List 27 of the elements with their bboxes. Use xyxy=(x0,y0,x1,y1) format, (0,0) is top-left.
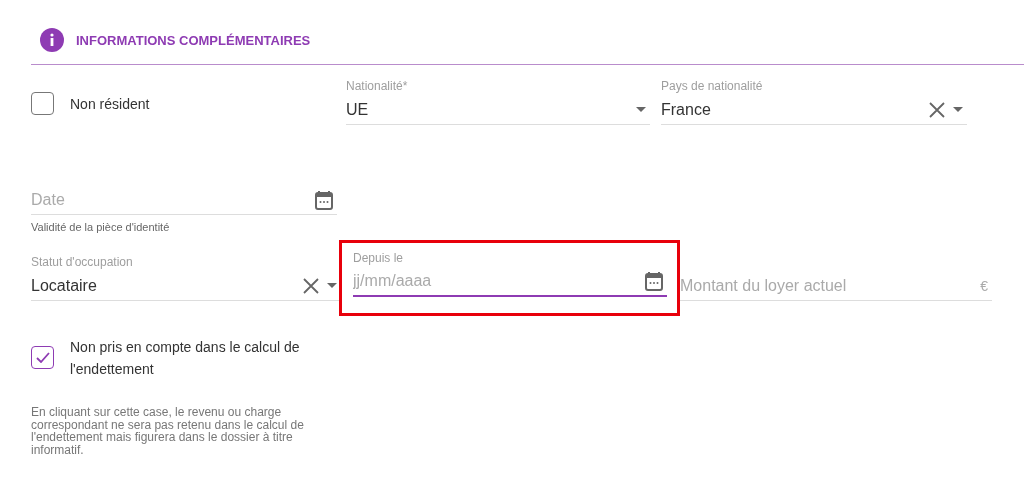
select-field[interactable]: France xyxy=(661,95,967,125)
date-input[interactable]: Date xyxy=(31,190,307,209)
note-text: En cliquant sur cette case, le revenu ou charge correspondant ne sera pas retenu dans le calcul de l'endettement mais figurera dans le dossier à titre informatif. xyxy=(31,406,305,456)
field-label: Depuis le xyxy=(353,251,405,267)
clear-icon[interactable] xyxy=(303,277,319,294)
select-field[interactable]: UE xyxy=(346,95,650,125)
calendar-icon[interactable] xyxy=(645,271,663,291)
field-label: Statut d'occupation xyxy=(31,255,134,271)
checkbox[interactable] xyxy=(31,92,54,115)
dropdown-caret-icon[interactable] xyxy=(636,107,646,112)
checkbox-label: Non pris en compte dans le calcul de l'endettement xyxy=(70,338,301,379)
section-title: INFORMATIONS COMPLÉMENTAIRES xyxy=(76,32,311,48)
helper-text: Validité de la pièce d'identité xyxy=(31,221,171,233)
field-label: Nationalité* xyxy=(346,79,409,95)
dropdown-caret-icon[interactable] xyxy=(953,107,963,112)
dropdown-caret-icon[interactable] xyxy=(327,283,337,288)
amount-input[interactable]: Montant du loyer actuel xyxy=(680,276,973,295)
checkbox[interactable] xyxy=(31,346,54,369)
field-label: Pays de nationalité xyxy=(661,79,764,95)
checkbox-label: Non résident xyxy=(70,94,151,114)
clear-icon[interactable] xyxy=(929,101,945,118)
date-input[interactable]: jj/mm/aaaa xyxy=(353,272,637,290)
select-field[interactable]: Locataire xyxy=(31,271,341,301)
currency-unit: € xyxy=(980,277,988,294)
check-icon xyxy=(35,352,50,363)
calendar-icon[interactable] xyxy=(315,189,333,210)
info-icon xyxy=(40,28,64,52)
